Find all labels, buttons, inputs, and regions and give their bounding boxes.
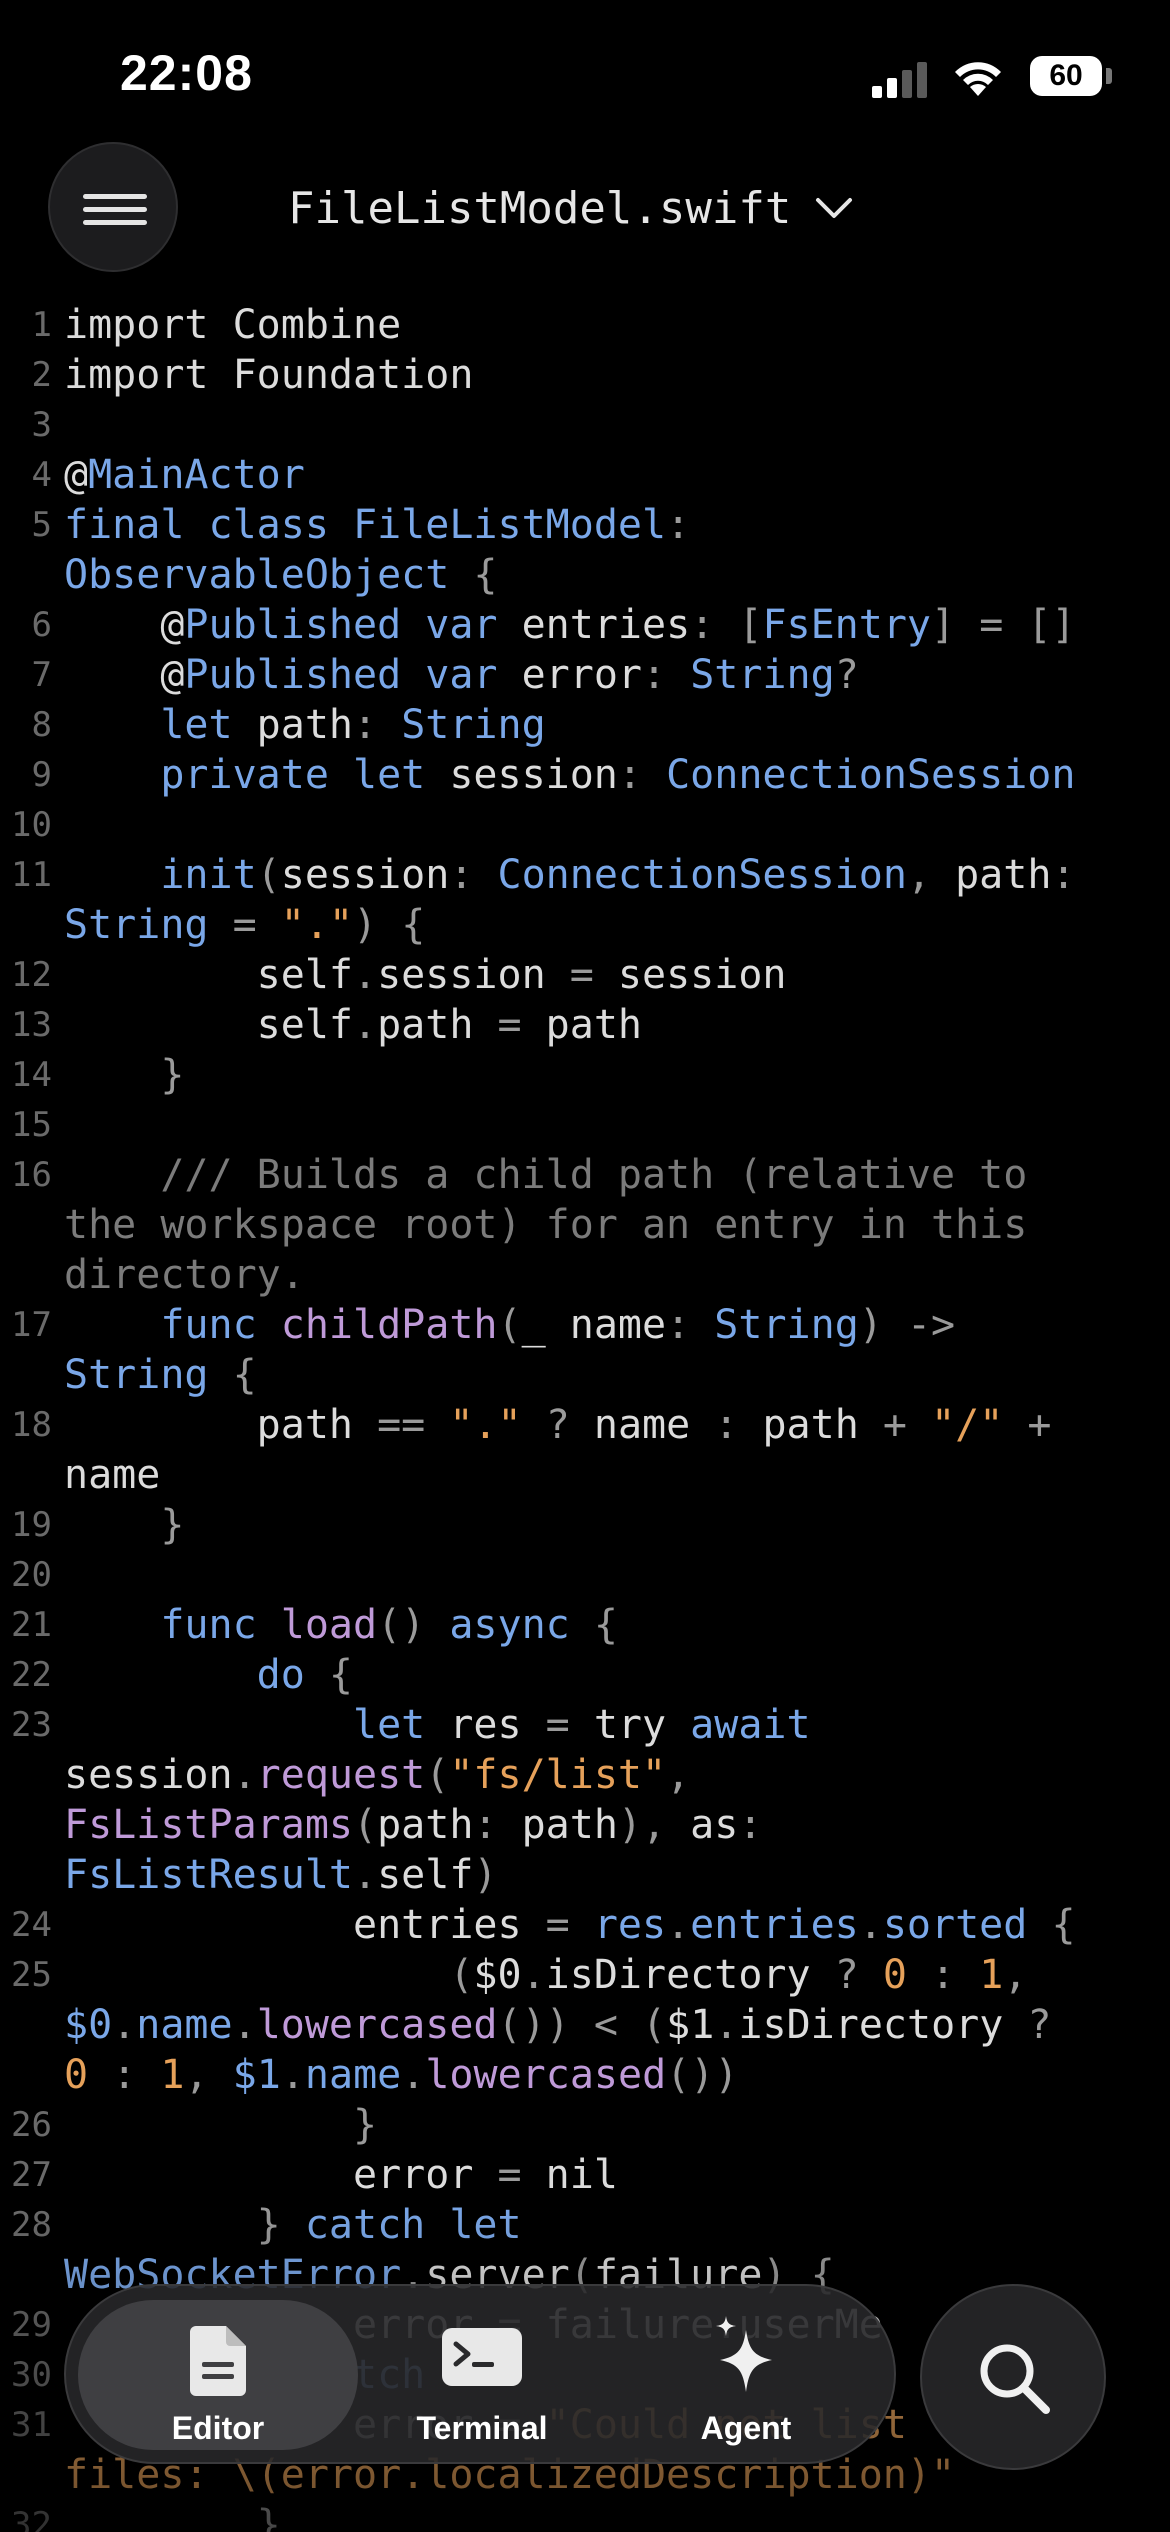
tab-label: Terminal bbox=[416, 2410, 548, 2446]
code-editor[interactable]: 1 import Combine 2 import Foundation 3 4… bbox=[0, 300, 1170, 2532]
line-number: 9 bbox=[31, 755, 52, 795]
code-text: private let session: ConnectionSession bbox=[160, 752, 1076, 798]
code-text: let path: String bbox=[160, 702, 546, 748]
code-text: func load() async { bbox=[160, 1602, 618, 1648]
tab-bar: Editor Terminal Agent bbox=[64, 2284, 896, 2464]
code-text: } bbox=[352, 2102, 378, 2148]
code-text: error = nil bbox=[64, 2152, 618, 2198]
status-bar: 22:08 60 bbox=[0, 0, 1170, 150]
code-text: ($0.isDirectory ? 0 : 1, $0.name.lowerca… bbox=[64, 1952, 1052, 2098]
battery-cap bbox=[1106, 68, 1112, 84]
status-time: 22:08 bbox=[120, 45, 253, 101]
code-text: @MainActor bbox=[64, 452, 305, 498]
document-icon bbox=[190, 2326, 246, 2396]
line-number: 25 bbox=[11, 1955, 52, 1995]
line-number: 14 bbox=[11, 1055, 52, 1095]
line-number: 23 bbox=[11, 1705, 52, 1745]
tab-label: Agent bbox=[700, 2410, 792, 2446]
menu-button[interactable] bbox=[48, 142, 178, 272]
cellular-signal-icon bbox=[872, 62, 927, 98]
line-number: 12 bbox=[11, 955, 52, 995]
line-number: 17 bbox=[11, 1305, 52, 1345]
line-number: 20 bbox=[11, 1555, 52, 1595]
tab-terminal[interactable]: Terminal bbox=[342, 2300, 622, 2450]
line-number: 7 bbox=[31, 655, 52, 695]
line-number: 22 bbox=[11, 1655, 52, 1695]
line-number: 26 bbox=[11, 2105, 52, 2145]
line-number: 21 bbox=[11, 1605, 52, 1645]
line-number: 8 bbox=[31, 705, 52, 745]
code-text: path == "." ? name : path + "/" + name bbox=[64, 1402, 1052, 1498]
line-number: 1 bbox=[31, 305, 52, 345]
terminal-icon bbox=[442, 2328, 522, 2386]
code-text: func childPath(_ name: String) -> String… bbox=[64, 1302, 956, 1398]
line-number: 11 bbox=[11, 855, 52, 895]
battery-indicator: 60 bbox=[1030, 56, 1102, 96]
code-text: entries = res.entries.sorted { bbox=[64, 1902, 1076, 1948]
line-number: 16 bbox=[11, 1155, 52, 1195]
code-text: import Combine bbox=[64, 302, 402, 348]
hamburger-icon bbox=[83, 194, 147, 199]
tab-agent[interactable]: Agent bbox=[606, 2300, 886, 2450]
code-text: } bbox=[160, 1052, 185, 1098]
status-icons: 60 bbox=[870, 56, 1170, 100]
line-number: 6 bbox=[31, 605, 52, 645]
tab-label: Editor bbox=[171, 2410, 265, 2446]
code-text: import Foundation bbox=[64, 352, 474, 398]
code-comment: /// Builds a child path (relative to the… bbox=[64, 1152, 1028, 1298]
code-text: final class FileListModel: ObservableObj… bbox=[64, 502, 691, 598]
code-text: @Published var entries: [FsEntry] = [] bbox=[64, 602, 1076, 648]
tab-editor[interactable]: Editor bbox=[78, 2300, 358, 2450]
chevron-down-icon bbox=[816, 198, 853, 218]
line-number: 27 bbox=[11, 2155, 52, 2195]
line-number: 5 bbox=[31, 505, 52, 545]
line-number: 4 bbox=[31, 455, 52, 495]
line-number: 24 bbox=[11, 1905, 52, 1945]
line-number: 2 bbox=[31, 355, 52, 395]
file-name: FileListModel.swift bbox=[288, 182, 792, 234]
code-text: self.session = session bbox=[64, 952, 787, 998]
line-number: 15 bbox=[11, 1105, 52, 1145]
wifi-icon bbox=[955, 62, 1001, 96]
line-number: 19 bbox=[11, 1505, 52, 1545]
file-picker[interactable]: FileListModel.swift bbox=[288, 180, 853, 236]
code-text: let res = try await session.request("fs/… bbox=[64, 1702, 811, 1898]
code-text: init(session: ConnectionSession, path: S… bbox=[64, 852, 1076, 948]
line-number: 3 bbox=[31, 405, 52, 445]
code-text: self.path = path bbox=[64, 1002, 643, 1048]
code-text: } bbox=[160, 1502, 185, 1548]
code-text: @Published var error: String? bbox=[64, 652, 859, 698]
line-number: 18 bbox=[11, 1405, 52, 1445]
line-number: 13 bbox=[11, 1005, 52, 1045]
line-number: 10 bbox=[11, 805, 52, 845]
search-button[interactable] bbox=[920, 2284, 1106, 2470]
sparkle-icon bbox=[716, 2316, 772, 2392]
search-icon bbox=[980, 2344, 1050, 2414]
code-text: do { bbox=[256, 1652, 354, 1698]
